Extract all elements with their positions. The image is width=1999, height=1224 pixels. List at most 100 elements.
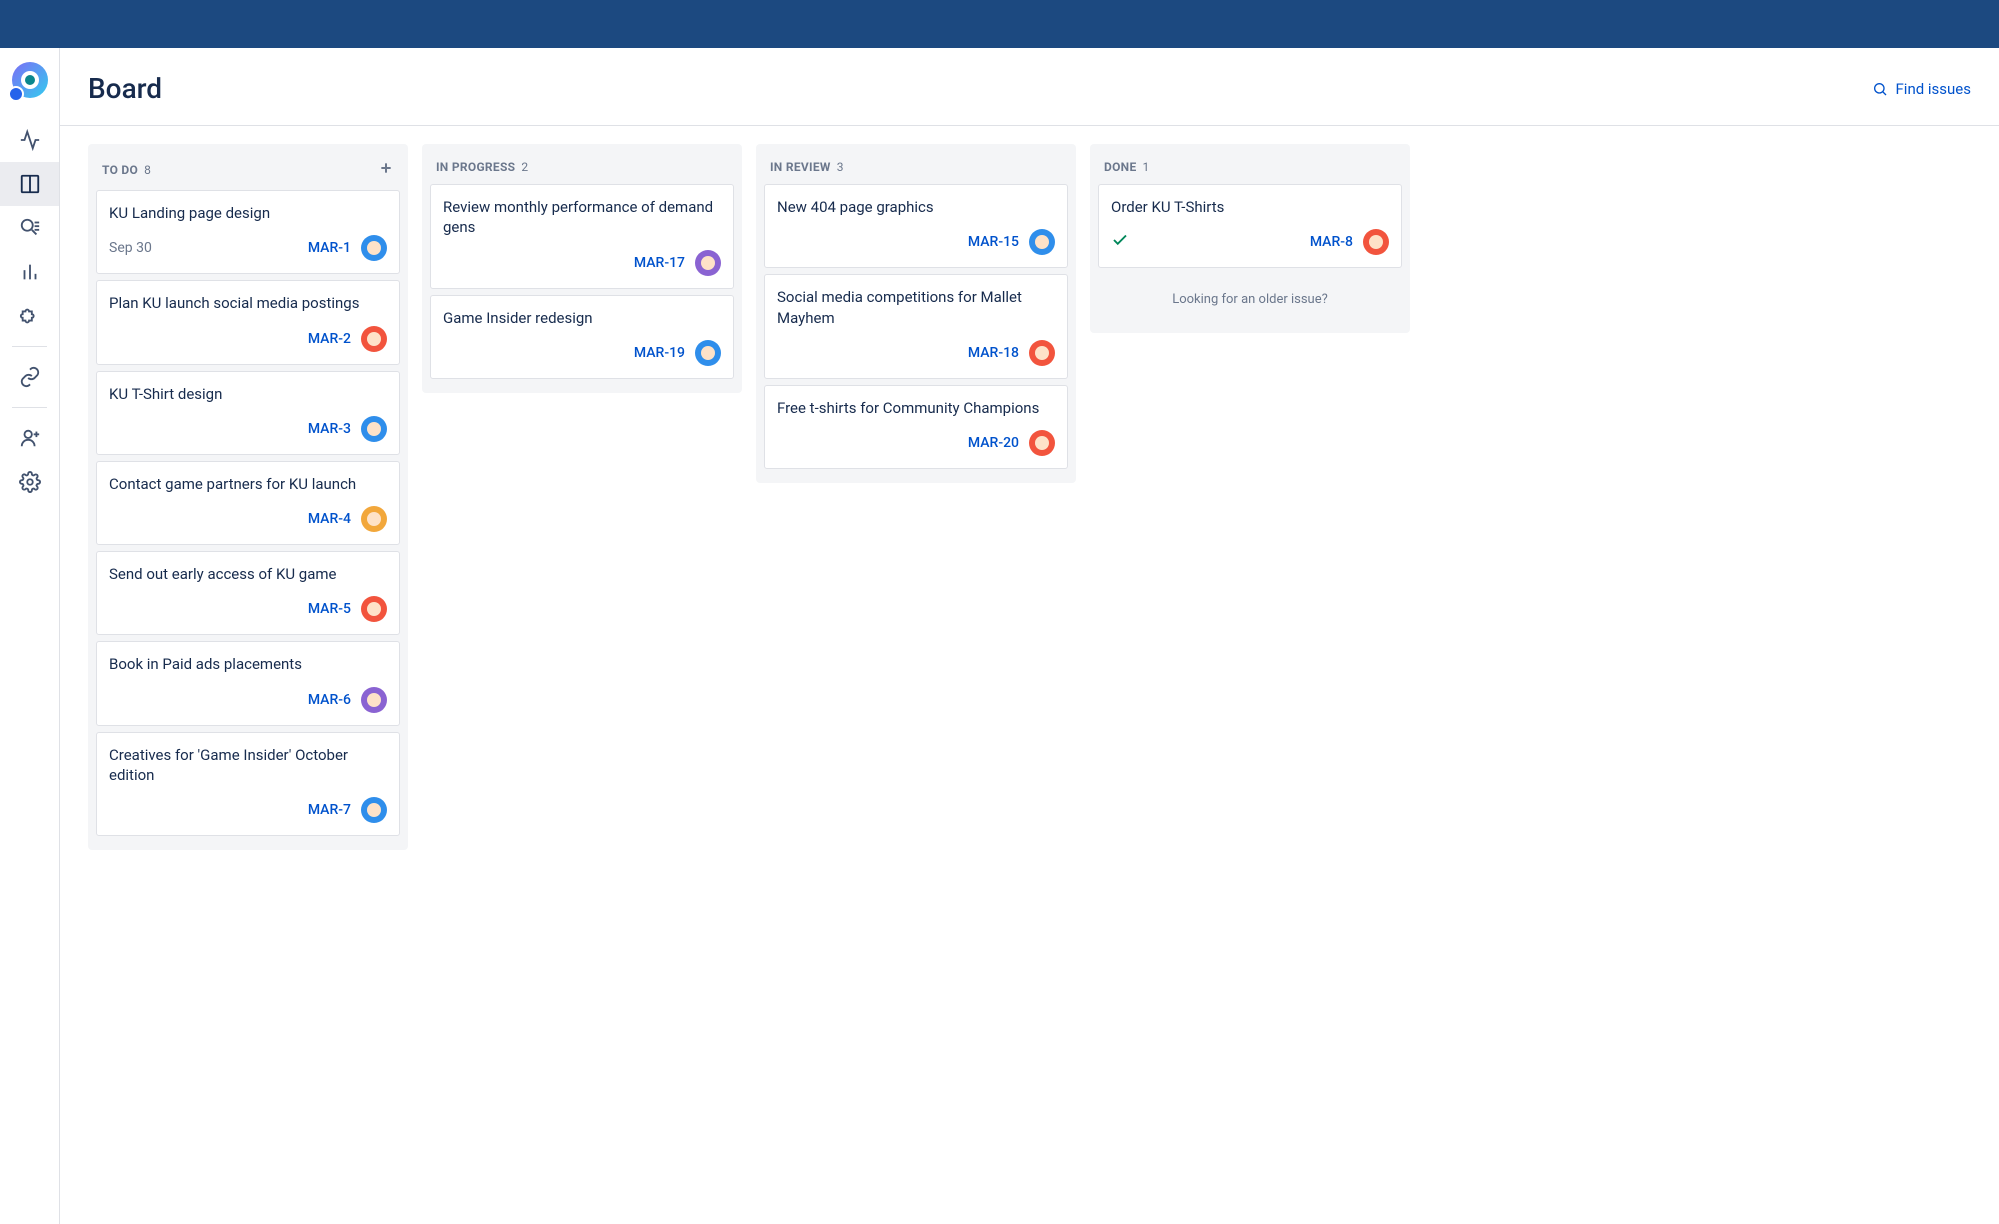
- link-icon: [19, 366, 41, 388]
- sidebar-nav-group-bottom: [0, 416, 59, 504]
- issue-card[interactable]: Creatives for 'Game Insider' October edi…: [96, 732, 400, 837]
- card-key[interactable]: MAR-19: [634, 345, 685, 361]
- board-columns: TO DO 8 KU Landing page design Sep 30 MAR-1 P…: [88, 144, 1999, 850]
- column-count: 1: [1143, 160, 1150, 174]
- card-title: Send out early access of KU game: [109, 564, 387, 584]
- avatar[interactable]: [361, 687, 387, 713]
- issue-card[interactable]: Contact game partners for KU launch MAR-4: [96, 461, 400, 545]
- column-count: 3: [837, 160, 844, 174]
- issue-card[interactable]: Free t-shirts for Community ChampionsMAR…: [764, 385, 1068, 469]
- add-user-icon: [19, 427, 41, 449]
- avatar[interactable]: [361, 416, 387, 442]
- avatar[interactable]: [695, 340, 721, 366]
- sidebar-item-apps[interactable]: [0, 294, 59, 338]
- card-date: Sep 30: [109, 240, 152, 256]
- backlog-icon: [19, 217, 41, 239]
- card-footer: MAR-3: [109, 416, 387, 442]
- issue-card[interactable]: KU T-Shirt designMAR-3: [96, 371, 400, 455]
- avatar[interactable]: [1029, 229, 1055, 255]
- sidebar-item-reports[interactable]: [0, 250, 59, 294]
- card-footer: MAR-7: [109, 797, 387, 823]
- card-key[interactable]: MAR-18: [968, 345, 1019, 361]
- column-title: TO DO: [102, 163, 138, 177]
- card-key[interactable]: MAR-5: [308, 601, 351, 617]
- card-key[interactable]: MAR-17: [634, 255, 685, 271]
- avatar[interactable]: [361, 235, 387, 261]
- card-title: New 404 page graphics: [777, 197, 1055, 217]
- card-title: Contact game partners for KU launch: [109, 474, 387, 494]
- issue-card[interactable]: Send out early access of KU game MAR-5: [96, 551, 400, 635]
- issue-card[interactable]: Order KU T-Shirts MAR-8: [1098, 184, 1402, 268]
- app-layout: Board Find issues TO DO 8 KU Landing page …: [0, 48, 1999, 1224]
- sidebar-divider: [12, 407, 47, 408]
- card-footer: MAR-8: [1111, 229, 1389, 255]
- column-header: TO DO 8: [96, 152, 400, 190]
- card-key[interactable]: MAR-3: [308, 421, 351, 437]
- sidebar-item-link[interactable]: [0, 355, 59, 399]
- main-area: Board Find issues TO DO 8 KU Landing page …: [60, 48, 1999, 1224]
- card-footer: MAR-19: [443, 340, 721, 366]
- card-footer: MAR-15: [777, 229, 1055, 255]
- column-title: DONE: [1104, 160, 1137, 174]
- card-footer: MAR-20: [777, 430, 1055, 456]
- sidebar-item-board[interactable]: [0, 162, 59, 206]
- issue-card[interactable]: Social media competitions for Mallet May…: [764, 274, 1068, 379]
- avatar[interactable]: [695, 250, 721, 276]
- card-title: Review monthly performance of demand gen…: [443, 197, 721, 238]
- card-key[interactable]: MAR-7: [308, 802, 351, 818]
- issue-card[interactable]: Review monthly performance of demand gen…: [430, 184, 734, 289]
- sidebar-item-backlog[interactable]: [0, 206, 59, 250]
- avatar[interactable]: [1029, 340, 1055, 366]
- find-issues-link[interactable]: Find issues: [1872, 80, 1972, 98]
- page-title: Board: [88, 72, 162, 105]
- board-icon: [19, 173, 41, 195]
- sidebar-item-settings[interactable]: [0, 460, 59, 504]
- sidebar-item-activity[interactable]: [0, 118, 59, 162]
- gear-icon: [19, 471, 41, 493]
- card-key[interactable]: MAR-1: [308, 240, 351, 256]
- board-column: IN PROGRESS2 Review monthly performance o…: [422, 144, 742, 393]
- check-icon: [1111, 231, 1129, 253]
- card-footer: MAR-5: [109, 596, 387, 622]
- board-column: DONE 1 Order KU T-Shirts MAR-8 Looking for a…: [1090, 144, 1410, 333]
- issue-card[interactable]: Plan KU launch social media postingsMAR-…: [96, 280, 400, 364]
- avatar[interactable]: [1363, 229, 1389, 255]
- search-icon: [1872, 81, 1888, 97]
- issue-card[interactable]: KU Landing page design Sep 30 MAR-1: [96, 190, 400, 274]
- add-card-button[interactable]: [378, 160, 394, 180]
- avatar[interactable]: [361, 326, 387, 352]
- avatar[interactable]: [361, 596, 387, 622]
- reports-icon: [19, 261, 41, 283]
- sidebar-nav-group-top: [0, 118, 59, 338]
- older-issue-link[interactable]: Looking for an older issue?: [1098, 274, 1402, 325]
- top-banner: [0, 0, 1999, 48]
- sidebar-divider: [12, 346, 47, 347]
- card-title: Social media competitions for Mallet May…: [777, 287, 1055, 328]
- avatar[interactable]: [361, 506, 387, 532]
- column-header: IN PROGRESS2: [430, 152, 734, 184]
- column-header: DONE 1: [1098, 152, 1402, 184]
- card-footer: MAR-18: [777, 340, 1055, 366]
- card-key[interactable]: MAR-6: [308, 692, 351, 708]
- issue-card[interactable]: Book in Paid ads placementsMAR-6: [96, 641, 400, 725]
- column-count: 8: [144, 163, 151, 177]
- issue-card[interactable]: Game Insider redesignMAR-19: [430, 295, 734, 379]
- card-footer: Sep 30 MAR-1: [109, 235, 387, 261]
- card-key[interactable]: MAR-8: [1310, 234, 1353, 250]
- project-logo[interactable]: [12, 62, 48, 98]
- card-key[interactable]: MAR-20: [968, 435, 1019, 451]
- issue-card[interactable]: New 404 page graphics MAR-15: [764, 184, 1068, 268]
- card-title: KU Landing page design: [109, 203, 387, 223]
- sidebar: [0, 48, 60, 1224]
- sidebar-item-add-user[interactable]: [0, 416, 59, 460]
- card-key[interactable]: MAR-4: [308, 511, 351, 527]
- avatar[interactable]: [361, 797, 387, 823]
- card-title: Order KU T-Shirts: [1111, 197, 1389, 217]
- card-footer: MAR-6: [109, 687, 387, 713]
- avatar[interactable]: [1029, 430, 1055, 456]
- column-title: IN REVIEW: [770, 160, 831, 174]
- card-key[interactable]: MAR-15: [968, 234, 1019, 250]
- board-scroll-area[interactable]: TO DO 8 KU Landing page design Sep 30 MAR-1 P…: [60, 126, 1999, 1224]
- card-key[interactable]: MAR-2: [308, 331, 351, 347]
- card-title: Creatives for 'Game Insider' October edi…: [109, 745, 387, 786]
